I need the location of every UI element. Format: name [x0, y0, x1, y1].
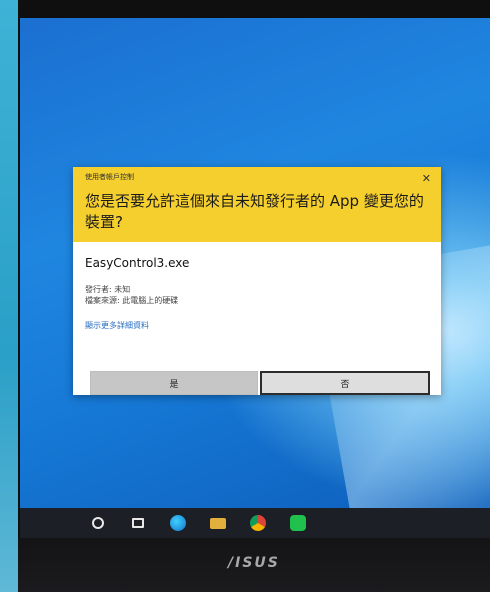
monitor-logo: /ISUS: [228, 555, 280, 571]
line-icon[interactable]: [290, 515, 306, 531]
dialog-header: 使用者帳戶控制 ✕ 您是否要允許這個來自未知發行者的 App 變更您的裝置?: [73, 167, 441, 242]
dialog-body: EasyControl3.exe 發行者: 未知 檔案來源: 此電腦上的硬碟 顯…: [73, 242, 441, 331]
search-icon[interactable]: [90, 515, 106, 531]
dialog-buttons: 是 否: [90, 371, 430, 395]
edge-icon[interactable]: [170, 515, 186, 531]
file-origin-text: 檔案來源: 此電腦上的硬碟: [85, 296, 179, 305]
app-name: EasyControl3.exe: [85, 256, 190, 270]
no-button[interactable]: 否: [260, 371, 430, 395]
show-details-link[interactable]: 顯示更多詳細資料: [85, 320, 429, 331]
yes-button[interactable]: 是: [90, 371, 258, 395]
uac-dialog: 使用者帳戶控制 ✕ 您是否要允許這個來自未知發行者的 App 變更您的裝置? E…: [73, 167, 441, 395]
close-icon[interactable]: ✕: [422, 172, 431, 185]
publisher-text: 發行者: 未知: [85, 285, 131, 294]
dialog-caption: 使用者帳戶控制: [85, 173, 134, 181]
app-meta: 發行者: 未知 檔案來源: 此電腦上的硬碟: [85, 284, 429, 306]
chrome-icon[interactable]: [250, 515, 266, 531]
file-explorer-icon[interactable]: [210, 517, 226, 529]
taskbar: [20, 508, 490, 538]
dialog-question: 您是否要允許這個來自未知發行者的 App 變更您的裝置?: [85, 192, 424, 231]
task-view-icon[interactable]: [130, 515, 146, 531]
